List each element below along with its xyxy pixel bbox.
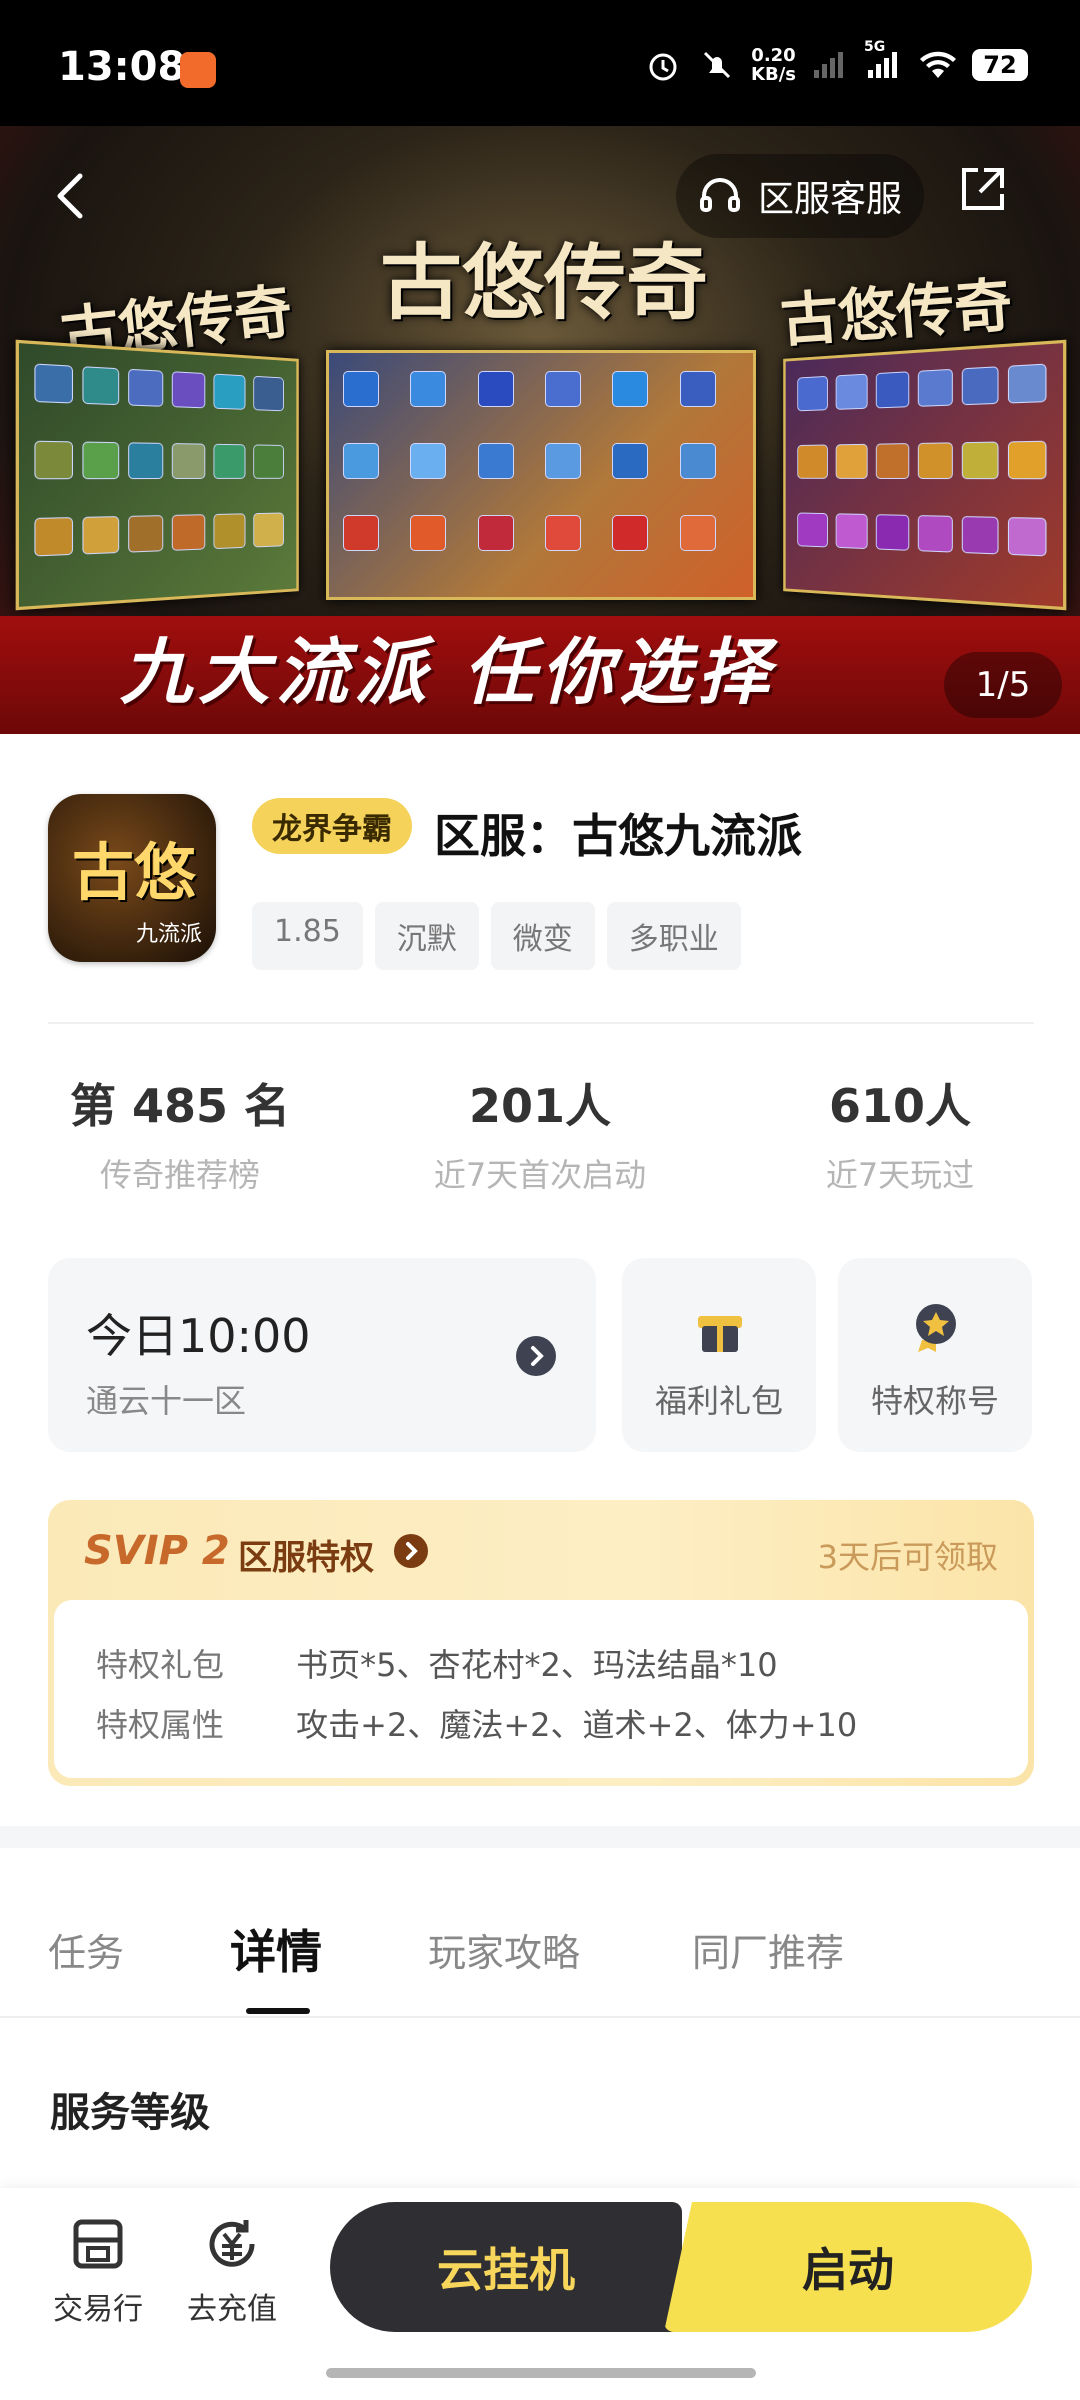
banner-slogan: 九大流派 任你选择 bbox=[120, 629, 776, 714]
game-tag: 多职业 bbox=[606, 902, 741, 970]
category-tag: 龙界争霸 bbox=[252, 798, 412, 854]
server-name: 通云十一区 bbox=[86, 1382, 247, 1420]
section-title: 服务等级 bbox=[50, 2090, 210, 2136]
wifi-icon bbox=[918, 45, 958, 85]
game-banner[interactable]: 古悠传奇 古悠传奇 古悠传奇 九大流派 任你选择 1/5 区服客服 bbox=[0, 126, 1080, 734]
network-speed-unit: KB/s bbox=[751, 64, 796, 85]
status-time: 13:08 bbox=[58, 44, 186, 90]
gift-pack-button[interactable]: 福利礼包 bbox=[622, 1258, 816, 1452]
mute-icon bbox=[697, 45, 737, 85]
network-type: 5G bbox=[864, 39, 886, 55]
recharge-yuan-icon bbox=[200, 2212, 264, 2276]
stat-ranking-label: 传奇推荐榜 bbox=[99, 1156, 260, 1194]
customer-service-label: 区服客服 bbox=[758, 179, 903, 220]
signal-5g-icon: 5G bbox=[864, 39, 904, 85]
trade-button[interactable]: 交易行 bbox=[38, 2212, 158, 2328]
banner-logo-center: 古悠传奇 bbox=[380, 235, 709, 331]
store-icon bbox=[66, 2212, 130, 2276]
game-tag: 1.85 bbox=[252, 902, 363, 970]
recharge-button[interactable]: 去充值 bbox=[172, 2212, 292, 2328]
active-tab-indicator bbox=[246, 2008, 310, 2014]
svip-privilege-card[interactable]: SVIP 2 区服特权 3天后可领取 特权礼包 书页*5、杏花村*2、玛法结晶*… bbox=[48, 1500, 1034, 1786]
network-speed: 0.20 KB/s bbox=[751, 46, 796, 84]
home-indicator[interactable] bbox=[326, 2368, 756, 2378]
stat-first-launch: 201人 近7天首次启动 bbox=[390, 1070, 690, 1196]
stat-ranking-value: 第 485 名 bbox=[69, 1079, 291, 1133]
privilege-title-button[interactable]: 特权称号 bbox=[838, 1258, 1032, 1452]
stat-played-label: 近7天玩过 bbox=[825, 1156, 975, 1194]
svip-row-gift: 特权礼包 书页*5、杏花村*2、玛法结晶*10 bbox=[96, 1640, 778, 1686]
detail-tabs: 任务 详情 玩家攻略 同厂推荐 bbox=[48, 1922, 1048, 1982]
svip-level-badge: SVIP 2 bbox=[84, 1528, 230, 1574]
chevron-right-icon bbox=[394, 1534, 428, 1568]
game-app-icon-subtext: 九流派 bbox=[135, 922, 202, 947]
chevron-right-icon bbox=[516, 1336, 556, 1376]
medal-star-icon bbox=[908, 1300, 964, 1356]
share-icon bbox=[962, 168, 1004, 210]
tab-same-publisher[interactable]: 同厂推荐 bbox=[692, 1922, 844, 1977]
status-bar: 13:08 0.20 KB/s 5G 72 bbox=[0, 0, 1080, 126]
game-tags: 1.85 沉默 微变 多职业 bbox=[252, 902, 741, 970]
headset-icon bbox=[700, 178, 740, 212]
stat-ranking[interactable]: 第 485 名 传奇推荐榜 bbox=[30, 1070, 330, 1196]
divider bbox=[48, 1022, 1034, 1024]
share-button[interactable] bbox=[954, 162, 1010, 218]
stat-played: 610人 近7天玩过 bbox=[750, 1070, 1050, 1196]
gift-icon bbox=[692, 1300, 748, 1356]
section-separator bbox=[0, 1826, 1080, 1848]
tab-player-guides[interactable]: 玩家攻略 bbox=[428, 1922, 580, 1977]
game-app-icon: 古悠 九流派 bbox=[48, 794, 216, 962]
stat-first-launch-value: 201人 bbox=[468, 1079, 612, 1133]
game-tag: 沉默 bbox=[374, 902, 479, 970]
svip-row-key: 特权礼包 bbox=[96, 1646, 225, 1684]
server-open-time: 今日10:00 bbox=[86, 1309, 311, 1363]
gift-pack-label: 福利礼包 bbox=[654, 1382, 783, 1420]
banner-page-indicator: 1/5 bbox=[944, 652, 1062, 718]
game-app-icon-text: 古悠 bbox=[72, 836, 197, 909]
skill-panel-center bbox=[326, 350, 756, 600]
game-tag: 微变 bbox=[490, 902, 595, 970]
svip-row-key: 特权属性 bbox=[96, 1706, 225, 1744]
start-game-button[interactable]: 启动 bbox=[664, 2202, 1032, 2332]
svip-row-attributes: 特权属性 攻击+2、魔法+2、道术+2、体力+10 bbox=[96, 1700, 857, 1746]
server-open-card[interactable]: 今日10:00 通云十一区 bbox=[48, 1258, 596, 1452]
status-icons: 0.20 KB/s 5G 72 bbox=[643, 39, 1028, 90]
signal-icon bbox=[810, 45, 850, 85]
tab-tasks[interactable]: 任务 bbox=[48, 1922, 124, 1977]
svip-details: 特权礼包 书页*5、杏花村*2、玛法结晶*10 特权属性 攻击+2、魔法+2、道… bbox=[54, 1600, 1028, 1778]
svip-title: 区服特权 bbox=[238, 1538, 374, 1578]
stat-played-value: 610人 bbox=[828, 1079, 972, 1133]
svip-claim-status: 3天后可领取 bbox=[817, 1538, 998, 1576]
trade-label: 交易行 bbox=[53, 2292, 143, 2327]
customer-service-button[interactable]: 区服客服 bbox=[676, 154, 924, 238]
back-button[interactable] bbox=[42, 166, 102, 226]
cloud-idle-button[interactable]: 云挂机 bbox=[330, 2202, 682, 2332]
privilege-title-label: 特权称号 bbox=[870, 1382, 999, 1420]
svip-row-value: 书页*5、杏花村*2、玛法结晶*10 bbox=[296, 1646, 778, 1684]
skill-panel-right bbox=[783, 339, 1067, 611]
network-speed-value: 0.20 bbox=[751, 45, 796, 66]
chevron-left-icon bbox=[57, 173, 83, 219]
alarm-icon bbox=[643, 45, 683, 85]
banner-logo-right: 古悠传奇 bbox=[778, 270, 1015, 355]
stat-first-launch-label: 近7天首次启动 bbox=[433, 1156, 647, 1194]
svip-row-value: 攻击+2、魔法+2、道术+2、体力+10 bbox=[296, 1706, 858, 1744]
tab-details[interactable]: 详情 bbox=[230, 1916, 322, 1982]
divider bbox=[0, 2016, 1080, 2018]
battery-level: 72 bbox=[972, 49, 1028, 81]
game-title: 区服：古悠九流派 bbox=[434, 809, 802, 863]
skill-panel-left bbox=[15, 339, 299, 611]
recharge-label: 去充值 bbox=[187, 2292, 277, 2327]
notification-app-icon bbox=[180, 52, 216, 88]
